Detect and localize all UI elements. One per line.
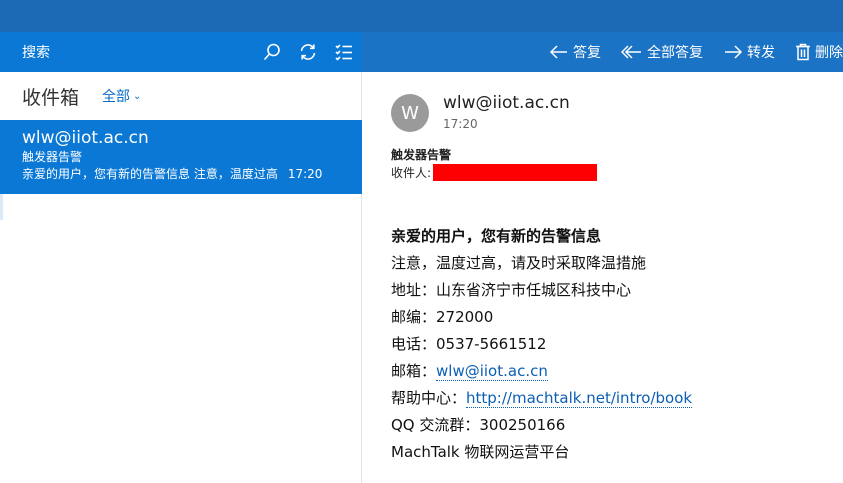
forward-arrow-icon bbox=[725, 45, 743, 59]
body-line: MachTalk 物联网运营平台 bbox=[391, 443, 570, 461]
email-label: 邮箱： bbox=[391, 362, 437, 380]
trash-icon bbox=[796, 43, 810, 61]
list-item-edge bbox=[0, 194, 3, 220]
list-item[interactable]: wlw@iiot.ac.cn 触发器告警 亲爱的用户，您有新的告警信息 注意，温… bbox=[0, 120, 362, 194]
reading-toolbar: 答复 全部答复 转发 删除 bbox=[362, 32, 843, 72]
message-subject: 触发器告警 bbox=[391, 148, 452, 162]
list-toolbar: 搜索 bbox=[0, 32, 362, 72]
list-item-subject: 触发器告警 bbox=[22, 150, 83, 164]
reply-button[interactable]: 答复 bbox=[549, 42, 601, 62]
filter-dropdown[interactable]: 全部 ⌄ bbox=[102, 86, 141, 106]
body-line: 地址：山东省济宁市任城区科技中心 bbox=[391, 281, 632, 299]
select-mode-icon[interactable] bbox=[326, 32, 362, 72]
reply-all-button[interactable]: 全部答复 bbox=[621, 42, 703, 62]
reply-arrow-icon bbox=[549, 45, 567, 59]
delete-button[interactable]: 删除 bbox=[795, 42, 843, 62]
reply-label: 答复 bbox=[573, 45, 601, 61]
delete-label: 删除 bbox=[815, 45, 843, 61]
recipient-row: 收件人: bbox=[391, 164, 598, 181]
folder-title: 收件箱 bbox=[22, 86, 80, 109]
list-item-preview: 亲爱的用户，您有新的告警信息 注意，温度过高 bbox=[22, 167, 278, 181]
folder-header: 收件箱 全部 ⌄ bbox=[0, 72, 361, 120]
search-icon[interactable] bbox=[254, 32, 290, 72]
search-button[interactable]: 搜索 bbox=[22, 42, 254, 62]
body-greeting: 亲爱的用户，您有新的告警信息 bbox=[391, 227, 602, 245]
body-help-line: 帮助中心：http://machtalk.net/intro/book bbox=[391, 385, 693, 412]
recipient-redaction bbox=[433, 164, 598, 181]
body-email-line: 邮箱：wlw@iiot.ac.cn bbox=[391, 358, 692, 385]
sync-icon[interactable] bbox=[290, 32, 326, 72]
chevron-down-icon: ⌄ bbox=[133, 90, 142, 102]
message-time: 17:20 bbox=[443, 117, 478, 131]
avatar: W bbox=[391, 94, 429, 132]
filter-label: 全部 bbox=[102, 89, 131, 105]
email-link[interactable]: wlw@iiot.ac.cn bbox=[436, 362, 548, 381]
window-titlebar bbox=[0, 0, 843, 32]
forward-button[interactable]: 转发 bbox=[723, 42, 775, 62]
body-line: 电话：0537-5661512 bbox=[391, 335, 547, 353]
recipient-label: 收件人: bbox=[391, 166, 432, 180]
message-list-pane: 收件箱 全部 ⌄ wlw@iiot.ac.cn 触发器告警 亲爱的用户，您有新的… bbox=[0, 72, 362, 483]
help-label: 帮助中心： bbox=[391, 389, 467, 407]
body-line: 邮编：272000 bbox=[391, 308, 494, 326]
forward-label: 转发 bbox=[747, 45, 775, 61]
message-body: 亲爱的用户，您有新的告警信息 注意，温度过高，请及时采取降温措施 地址：山东省济… bbox=[391, 223, 693, 466]
list-item-sender: wlw@iiot.ac.cn bbox=[22, 128, 149, 148]
reply-all-label: 全部答复 bbox=[647, 45, 703, 61]
body-line: QQ 交流群：300250166 bbox=[391, 416, 566, 434]
reply-all-icon bbox=[621, 45, 641, 59]
list-item-time: 17:20 bbox=[287, 167, 323, 181]
help-link[interactable]: http://machtalk.net/intro/book bbox=[466, 389, 693, 408]
reading-pane: W wlw@iiot.ac.cn 17:20 触发器告警 收件人: 亲爱的用户，… bbox=[363, 72, 843, 483]
sender-address[interactable]: wlw@iiot.ac.cn bbox=[443, 93, 570, 113]
body-line: 注意，温度过高，请及时采取降温措施 bbox=[391, 254, 647, 272]
